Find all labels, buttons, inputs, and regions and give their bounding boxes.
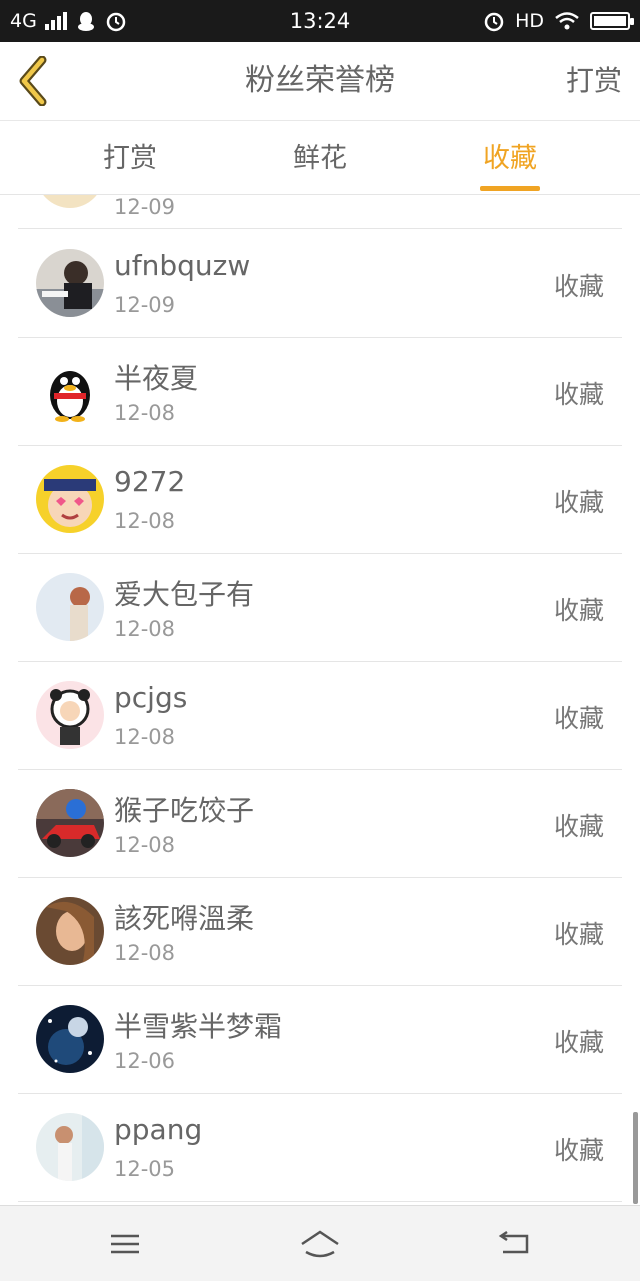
- list-item-name: 該死嘚溫柔: [114, 902, 255, 935]
- list-item-date: 12-08: [114, 725, 176, 749]
- list-item-name: 9272: [114, 465, 186, 498]
- avatar: [36, 1113, 104, 1181]
- list-item-name: pcjgs: [114, 681, 188, 714]
- avatar: [36, 789, 104, 857]
- page-title: 粉丝荣誉榜: [245, 63, 395, 98]
- list-item-action: 收藏: [553, 596, 604, 625]
- list-item-action: 收藏: [553, 488, 604, 517]
- list-item-action: 收藏: [553, 1028, 604, 1057]
- list-item-name: 猴子吃饺子: [114, 794, 255, 827]
- list-item[interactable]: 爱大包子有 12-08 收藏: [18, 553, 622, 662]
- list-item-action: 收藏: [553, 704, 604, 733]
- list-item[interactable]: 9272 12-08 收藏: [18, 445, 622, 554]
- tab-bar: 打赏 鲜花 收藏: [0, 121, 640, 195]
- back-nav-button[interactable]: [495, 1224, 535, 1264]
- list-item-date: 12-06: [114, 1049, 176, 1073]
- list-item-action: 收藏: [553, 812, 604, 841]
- list-item-date: 12-08: [114, 941, 176, 965]
- home-icon: [301, 1230, 339, 1258]
- list-item-date: 12-05: [114, 1157, 176, 1181]
- menu-button[interactable]: [105, 1224, 145, 1264]
- list-item-name: 半雪紫半梦霜: [114, 1010, 283, 1043]
- list-item[interactable]: 半雪紫半梦霜 12-06 收藏: [18, 985, 622, 1094]
- list-item[interactable]: pcjgs 12-08 收藏: [18, 661, 622, 770]
- list-item-date: 12-08: [114, 617, 176, 641]
- list-item-date: 12-08: [114, 401, 176, 425]
- avatar: [36, 465, 104, 533]
- list-item-name: ppang: [114, 1113, 203, 1146]
- avatar: [36, 681, 104, 749]
- avatar: [36, 897, 104, 965]
- status-bar: 4G HD 13:24: [0, 0, 640, 42]
- avatar: [36, 357, 104, 425]
- list-item-action: 收藏: [553, 380, 604, 409]
- tab-flowers[interactable]: 鲜花: [260, 121, 380, 194]
- fan-list[interactable]: 12-09 ufnbquzw 12-09 收藏 半夜夏 12-08 收藏 927…: [0, 195, 640, 1205]
- home-button[interactable]: [298, 1224, 339, 1264]
- avatar: [36, 1005, 104, 1073]
- list-item[interactable]: 該死嘚溫柔 12-08 收藏: [18, 877, 622, 986]
- list-item-date: 12-08: [114, 833, 176, 857]
- scrollbar[interactable]: [633, 1112, 638, 1204]
- list-item[interactable]: 猴子吃饺子 12-08 收藏: [18, 769, 622, 878]
- clock: 13:24: [289, 9, 351, 33]
- list-item-name: 半夜夏: [114, 362, 199, 395]
- back-icon: [498, 1230, 529, 1254]
- menu-icon: [111, 1234, 139, 1254]
- avatar: [36, 573, 104, 641]
- tab-reward[interactable]: 打赏: [70, 121, 190, 194]
- system-nav-bar: [0, 1205, 640, 1281]
- reward-button[interactable]: 打赏: [566, 42, 622, 120]
- list-item[interactable]: ppang 12-05 收藏: [18, 1093, 622, 1202]
- list-item[interactable]: ufnbquzw 12-09 收藏: [18, 229, 622, 338]
- list-item-action: 收藏: [553, 1136, 604, 1165]
- list-item-date: 12-09: [114, 293, 176, 317]
- list-item-date: 12-09: [114, 195, 176, 219]
- list-item-name: 爱大包子有: [114, 578, 255, 611]
- avatar: [36, 195, 104, 208]
- list-item-action: 收藏: [553, 272, 604, 301]
- list-item-date: 12-08: [114, 509, 176, 533]
- list-item[interactable]: 半夜夏 12-08 收藏: [18, 337, 622, 446]
- avatar: [36, 249, 104, 317]
- app-header: 粉丝荣誉榜 打赏: [0, 42, 640, 121]
- list-item-partial[interactable]: 12-09: [18, 195, 622, 229]
- list-item-action: 收藏: [553, 920, 604, 949]
- list-item-name: ufnbquzw: [114, 249, 251, 282]
- tab-favorites[interactable]: 收藏: [450, 121, 570, 194]
